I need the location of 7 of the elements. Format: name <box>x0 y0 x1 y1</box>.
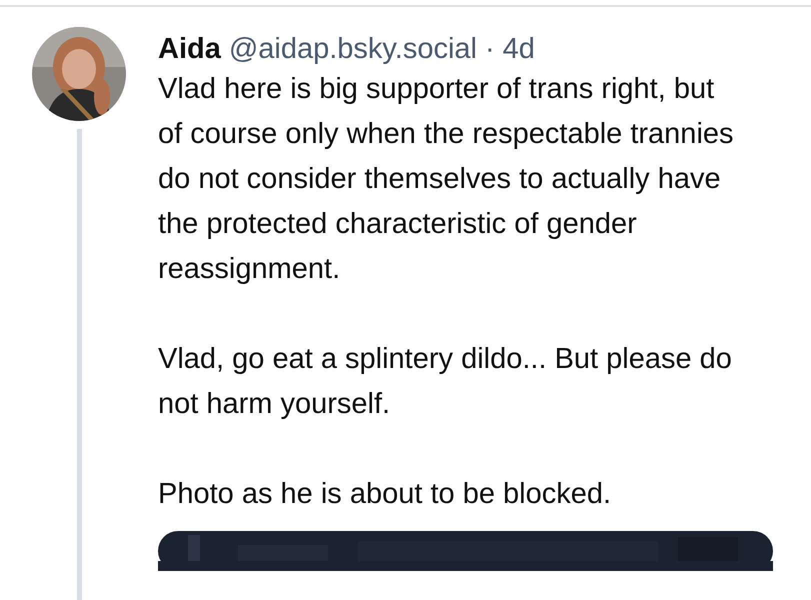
post-text: Vlad here is big supporter of trans right, but of course only when the respectable trannies do not consider themselves to actually have the protected characteristic of gender reassignment. <box>158 72 735 287</box>
post-text: Vlad, go eat a splintery dildo... But please do not harm yourself. <box>158 342 733 422</box>
separator: · <box>484 32 495 67</box>
post-time[interactable]: 4d <box>502 31 535 67</box>
post-text: Photo as he is about to be blocked. <box>158 477 612 512</box>
author-handle[interactable]: @aidap.bsky.social <box>228 31 477 67</box>
author-name[interactable]: Aida <box>158 31 221 67</box>
